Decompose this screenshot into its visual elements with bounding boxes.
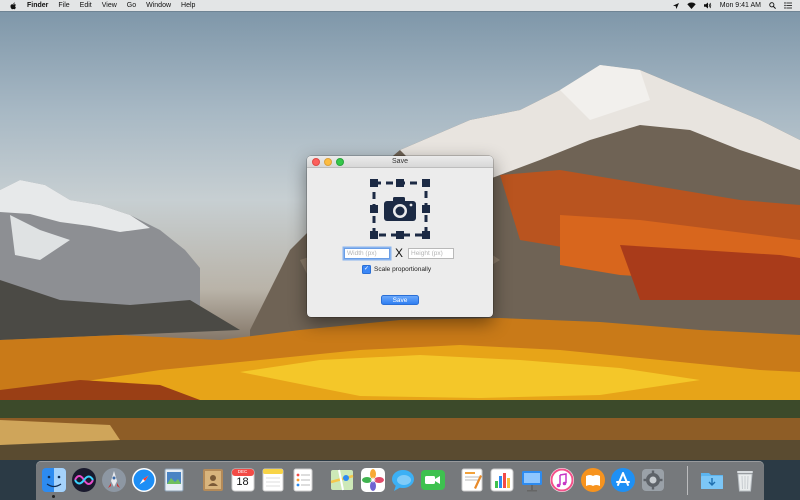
calendar-day: 18 xyxy=(236,476,249,488)
dock-trash-icon[interactable] xyxy=(731,466,758,493)
dock-launchpad-icon[interactable] xyxy=(100,466,127,493)
volume-icon[interactable] xyxy=(703,2,712,9)
menu-file[interactable]: File xyxy=(58,2,69,9)
window-title: Save xyxy=(392,158,408,165)
dock-system-preferences-icon[interactable] xyxy=(639,466,666,493)
dock-maps-icon[interactable] xyxy=(328,466,355,493)
scale-proportionally-label: Scale proportionally xyxy=(374,266,432,273)
close-button[interactable] xyxy=(312,158,320,166)
spotlight-search-icon[interactable] xyxy=(769,2,776,9)
location-icon[interactable] xyxy=(672,2,679,9)
scale-proportionally-checkbox[interactable]: ✓ xyxy=(362,265,371,274)
dock-finder-icon[interactable] xyxy=(40,466,67,493)
size-row: X xyxy=(344,246,456,260)
height-input[interactable] xyxy=(408,247,454,259)
dock-pages-icon[interactable] xyxy=(458,466,485,493)
dock-facetime-icon[interactable] xyxy=(419,466,446,493)
wifi-icon[interactable] xyxy=(687,2,696,9)
apple-menu-icon[interactable] xyxy=(10,1,18,10)
title-bar[interactable]: Save xyxy=(307,156,493,168)
menu-window[interactable]: Window xyxy=(146,2,171,9)
save-button[interactable]: Save xyxy=(381,295,419,305)
dock-siri-icon[interactable] xyxy=(70,466,97,493)
finder-running-indicator xyxy=(52,495,55,498)
dock-contacts-icon[interactable] xyxy=(199,466,226,493)
dock-app-store-icon[interactable] xyxy=(609,466,636,493)
resize-camera-icon xyxy=(368,177,432,241)
menu-help[interactable]: Help xyxy=(181,2,195,9)
menu-finder[interactable]: Finder xyxy=(27,2,48,9)
minimize-button[interactable] xyxy=(324,158,332,166)
notification-center-icon[interactable] xyxy=(784,2,792,9)
dock-preview-icon[interactable] xyxy=(160,466,187,493)
dock-downloads-folder-icon[interactable] xyxy=(698,466,725,493)
menu-view[interactable]: View xyxy=(102,2,117,9)
zoom-button[interactable] xyxy=(336,158,344,166)
menu-bar: Finder File Edit View Go Window Help Mon… xyxy=(0,0,800,11)
dock-separator xyxy=(687,466,688,495)
dock-numbers-icon[interactable] xyxy=(488,466,515,493)
window-controls xyxy=(312,158,344,166)
dock-reminders-icon[interactable] xyxy=(289,466,316,493)
menu-edit[interactable]: Edit xyxy=(80,2,92,9)
dock-messages-icon[interactable] xyxy=(389,466,416,493)
clock[interactable]: Mon 9:41 AM xyxy=(720,2,761,9)
dock: DEC 18 xyxy=(36,461,764,500)
dock-keynote-icon[interactable] xyxy=(518,466,545,493)
status-area: Mon 9:41 AM xyxy=(672,2,792,9)
dock-itunes-icon[interactable] xyxy=(548,466,575,493)
scale-proportionally-row[interactable]: ✓ Scale proportionally xyxy=(362,265,431,274)
dock-ibooks-icon[interactable] xyxy=(579,466,606,493)
dock-calendar-icon[interactable]: DEC 18 xyxy=(229,466,256,493)
menu-go[interactable]: Go xyxy=(127,2,136,9)
calendar-month: DEC xyxy=(237,469,248,474)
dock-notes-icon[interactable] xyxy=(259,466,286,493)
times-symbol: X xyxy=(394,246,403,260)
dock-safari-icon[interactable] xyxy=(130,466,157,493)
save-dialog: Save X ✓ Scale proportionall xyxy=(307,156,493,317)
width-input[interactable] xyxy=(344,247,390,259)
dock-photos-icon[interactable] xyxy=(359,466,386,493)
